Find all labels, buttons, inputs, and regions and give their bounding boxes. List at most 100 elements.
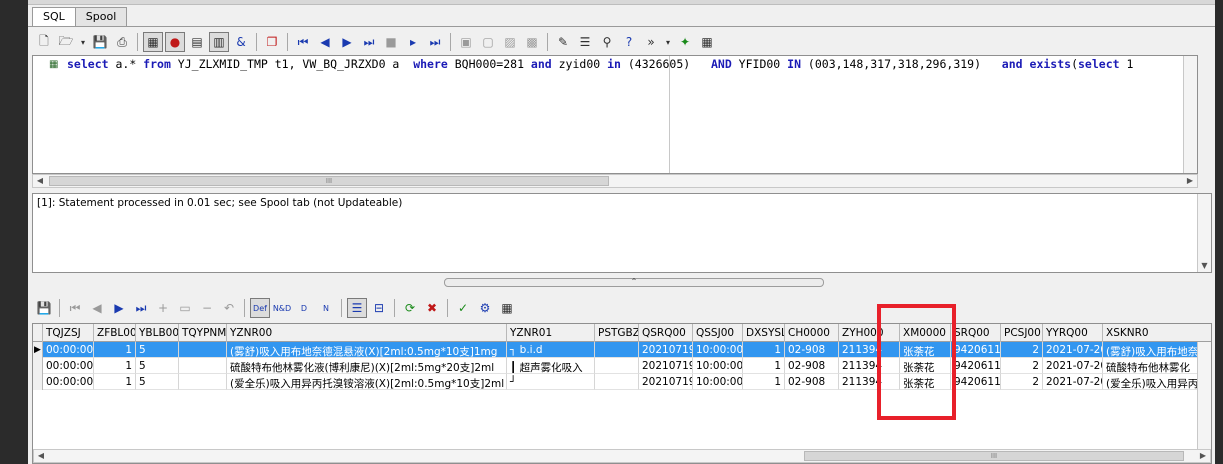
column-header-yznr00[interactable]: YZNR00 [227,324,507,342]
tab-spool[interactable]: Spool [74,7,128,26]
cell-srq00[interactable]: 9420611 [951,358,1001,374]
scroll-down-arrow[interactable]: ▼ [1198,260,1211,272]
cell-dxsysl[interactable]: 1 [743,374,785,390]
scroll-right-arrow[interactable]: ▶ [1183,175,1197,187]
column-header-yyrq00[interactable]: YYRQ00 [1043,324,1103,342]
panel-splitter[interactable]: ⌃ [444,278,824,287]
row-indicator[interactable] [33,374,43,390]
next-icon[interactable]: ▶ [109,298,129,318]
first-icon[interactable]: ⏮ [65,298,85,318]
copy-icon[interactable]: ❐ [262,32,282,52]
chevron-down-icon[interactable]: ▾ [663,32,673,52]
d-icon[interactable]: D [294,298,314,318]
edit-icon[interactable]: ▭ [175,298,195,318]
column-header-dxsysl[interactable]: DXSYSL [743,324,785,342]
column-header-pstgbz[interactable]: PSTGBZ [595,324,639,342]
cell-srq00[interactable]: 9420611 [951,342,1001,358]
scroll-right-arrow[interactable]: ▶ [1196,450,1210,462]
cell-tqjzsj[interactable]: 00:00:00 [43,342,94,358]
editor-horizontal-scrollbar[interactable]: ◀ III ▶ [32,174,1198,188]
cell-tqjzsj[interactable]: 00:00:00 [43,358,94,374]
last-icon[interactable]: ⏭ [131,298,151,318]
save-icon[interactable]: 💾 [90,32,110,52]
cell-yyrq00[interactable]: 2021-07-20 [1043,342,1103,358]
cell-zfbl00[interactable]: 1 [94,342,136,358]
query-builder-icon[interactable]: ▦ [143,32,163,52]
bind-variables-icon[interactable]: ▥ [209,32,229,52]
chevron-down-icon[interactable]: ▾ [78,32,88,52]
n-icon[interactable]: N [316,298,336,318]
column-header-srq00[interactable]: SRQ00 [951,324,1001,342]
cell-qssj00[interactable]: 10:00:00 [693,374,743,390]
column-header-zfbl00[interactable]: ZFBL00 [94,324,136,342]
first-record-icon[interactable]: ⏮ [293,32,313,52]
cell-qssj00[interactable]: 10:00:00 [693,342,743,358]
cell-qsrq00[interactable]: 20210719 [639,374,693,390]
prior-icon[interactable]: ◀ [87,298,107,318]
cell-yblb00[interactable]: 5 [136,374,179,390]
explain-plan-icon[interactable]: ▤ [187,32,207,52]
commit-icon[interactable]: ▣ [456,32,476,52]
column-header-ch0000[interactable]: CH0000 [785,324,839,342]
print-icon[interactable]: ⎙ [112,32,132,52]
cell-zfbl00[interactable]: 1 [94,358,136,374]
message-vertical-scrollbar[interactable]: ▼ [1197,194,1211,272]
column-header-xsknr0[interactable]: XSKNR0 [1103,324,1211,342]
scroll-left-arrow[interactable]: ◀ [34,450,48,462]
table-row[interactable]: 00:00:00 1 5 硫酸特布他林雾化液(博利康尼)(X)[2ml:5mg*20支… [33,358,1211,374]
last-icon[interactable]: ⏭ [425,32,445,52]
settings-icon[interactable]: ⚙ [475,298,495,318]
grid-icon[interactable]: ▦ [697,32,717,52]
cell-xsknr0[interactable]: 硫酸特布他林雾化 [1103,358,1211,374]
play-icon[interactable]: ▶ [337,32,357,52]
cell-tqypnm[interactable] [179,342,227,358]
column-header-yznr01[interactable]: YZNR01 [507,324,595,342]
cancel-icon[interactable]: ✖ [422,298,442,318]
delete-icon[interactable]: − [197,298,217,318]
cell-tqypnm[interactable] [179,374,227,390]
cell-pstgbz[interactable] [595,374,639,390]
sum-icon[interactable]: ✓ [453,298,473,318]
editor-vertical-scrollbar[interactable] [1183,56,1197,173]
cell-yyrq00[interactable]: 2021-07-20 [1043,374,1103,390]
column-header-tqypnm[interactable]: TQYPNM [179,324,227,342]
cell-yznr01[interactable]: ┘ [507,374,595,390]
cell-srq00[interactable]: 9420611 [951,374,1001,390]
n-d-icon[interactable]: N&D [272,298,292,318]
cell-qssj00[interactable]: 10:00:00 [693,358,743,374]
cell-pstgbz[interactable] [595,342,639,358]
column-header-pcsj00[interactable]: PCSJ00 [1001,324,1043,342]
next-icon[interactable]: ⏭ [359,32,379,52]
cell-pcsj00[interactable]: 2 [1001,358,1043,374]
column-header-qsrq00[interactable]: QSRQ00 [639,324,693,342]
grid-vertical-scrollbar[interactable] [1197,342,1211,452]
new-file-icon[interactable]: 🗋 [34,32,54,52]
cell-dxsysl[interactable]: 1 [743,342,785,358]
cell-ch0000[interactable]: 02-908 [785,342,839,358]
list-icon[interactable]: ☰ [575,32,595,52]
tools-icon[interactable]: ✦ [675,32,695,52]
cell-yznr00[interactable]: (雾舒)吸入用布地奈德混悬液(X)[2ml:0.5mg*10支]1mg [227,342,507,358]
undo-icon[interactable]: ↶ [219,298,239,318]
debug-icon[interactable]: ✎ [553,32,573,52]
filter-icon[interactable]: ⊟ [369,298,389,318]
cell-xsknr0[interactable]: (爱全乐)吸入用异丙 [1103,374,1211,390]
cell-yznr00[interactable]: (爱全乐)吸入用异丙托溴铵溶液(X)[2ml:0.5mg*10支]2ml [227,374,507,390]
cell-tqypnm[interactable] [179,358,227,374]
table-row[interactable]: ▶ 00:00:00 1 5 (雾舒)吸入用布地奈德混悬液(X)[2ml:0.5mg*1… [33,342,1211,358]
import-icon[interactable]: ▨ [500,32,520,52]
cell-ch0000[interactable]: 02-908 [785,374,839,390]
cell-qsrq00[interactable]: 20210719 [639,342,693,358]
grid-horizontal-scrollbar[interactable]: ◀ III ▶ [33,449,1211,463]
cell-qsrq00[interactable]: 20210719 [639,358,693,374]
cell-dxsysl[interactable]: 1 [743,358,785,374]
row-pointer-icon[interactable]: ▶ [33,342,43,358]
help-icon[interactable]: ? [619,32,639,52]
step-icon[interactable]: ▸ [403,32,423,52]
cell-yyrq00[interactable]: 2021-07-20 [1043,358,1103,374]
cell-yznr01[interactable]: ┐ b.i.d [507,342,595,358]
save-icon[interactable]: 💾 [34,298,54,318]
cell-pcsj00[interactable]: 2 [1001,342,1043,358]
insert-icon[interactable]: + [153,298,173,318]
rollback-icon[interactable]: ▢ [478,32,498,52]
